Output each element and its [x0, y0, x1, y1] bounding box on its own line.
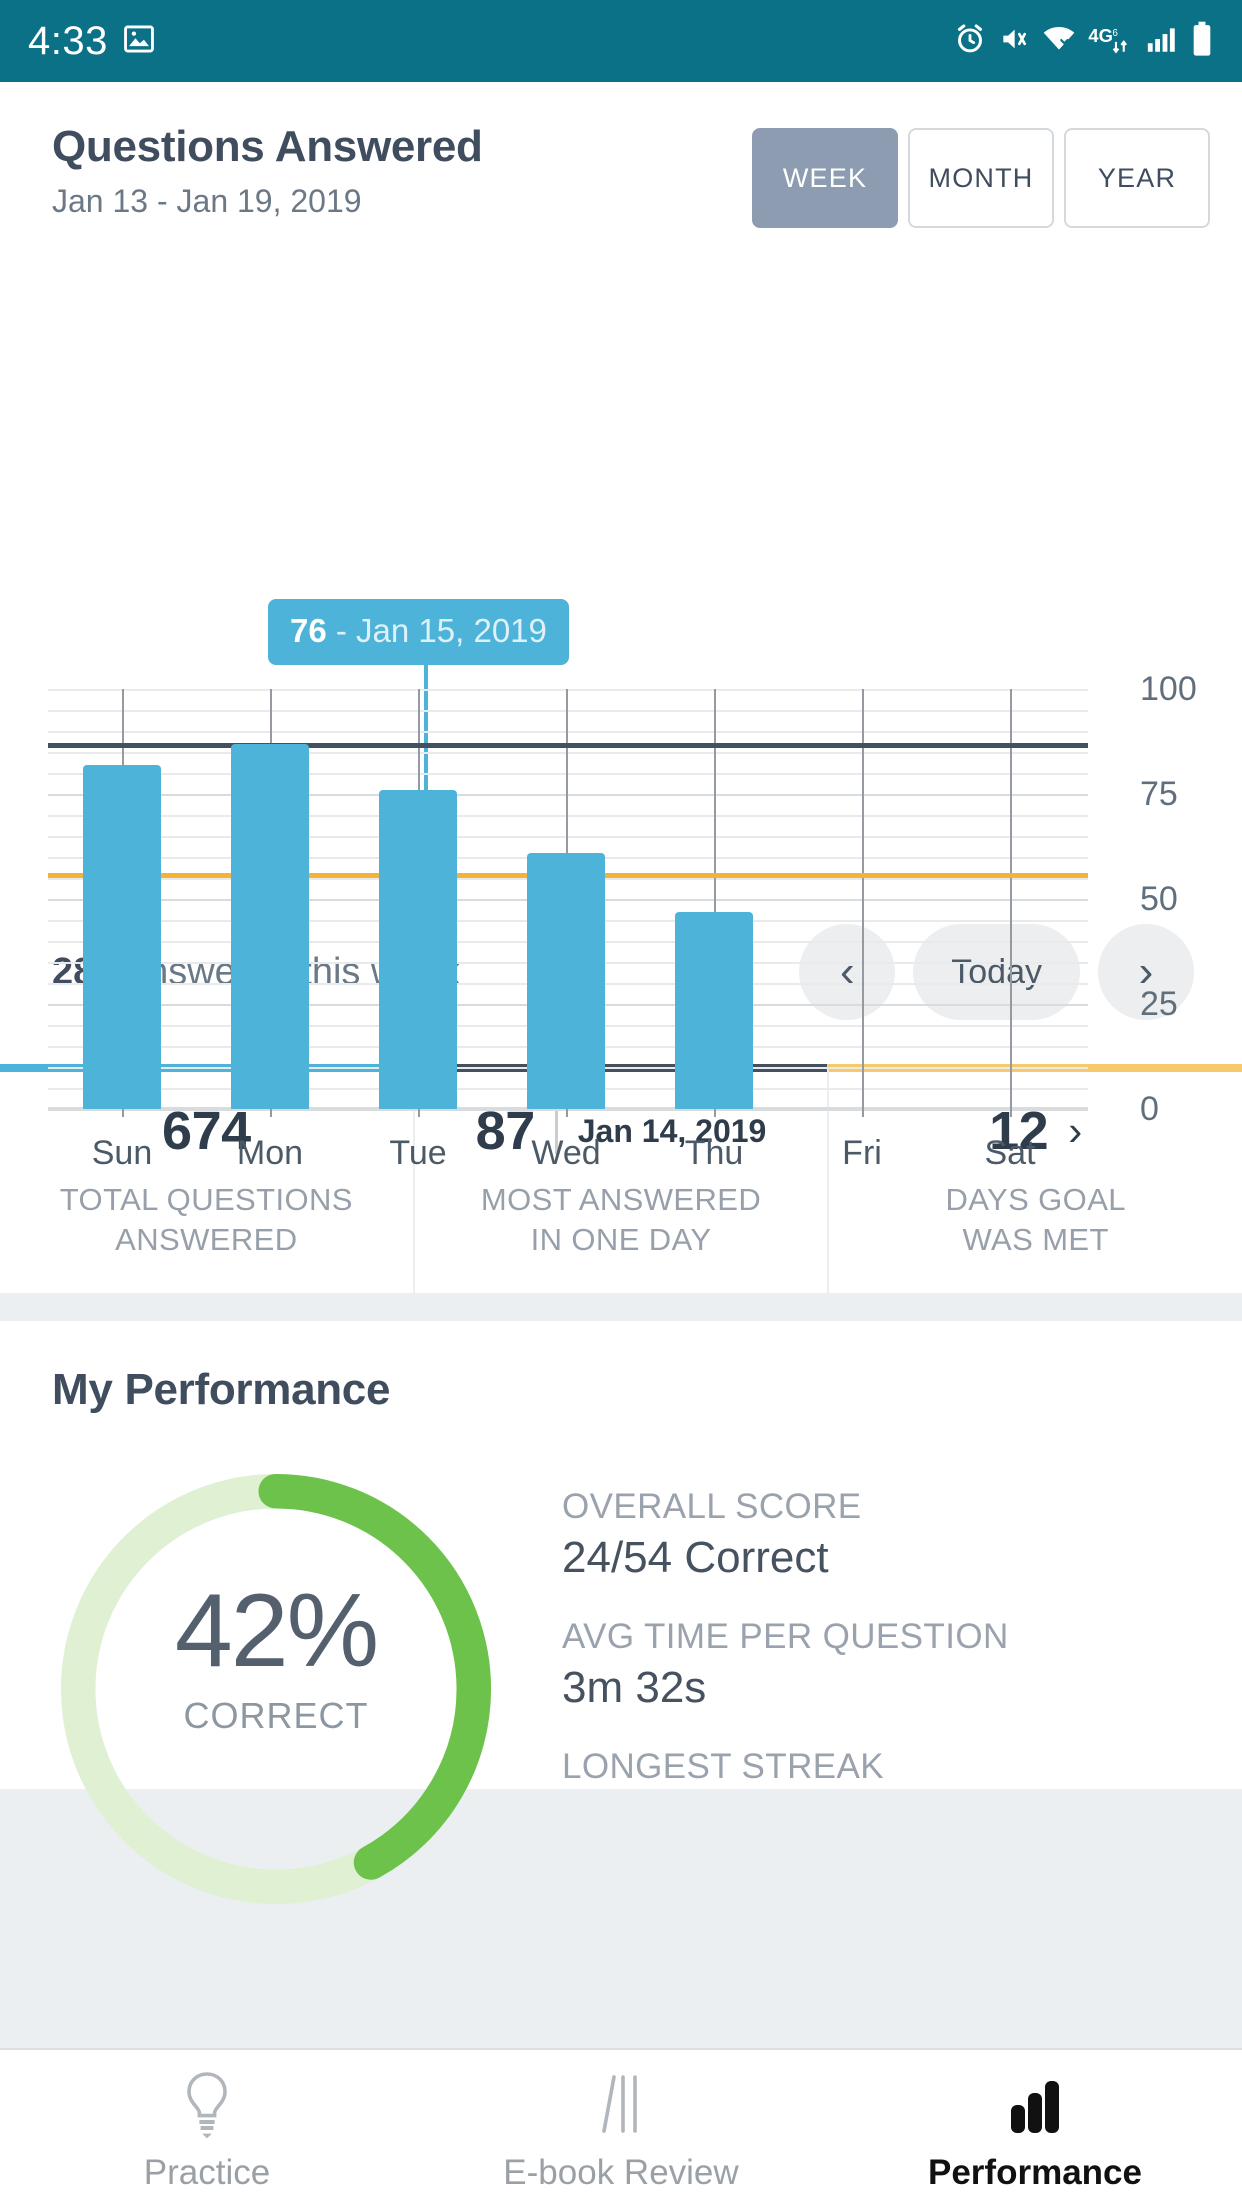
bar-thu[interactable] [675, 912, 753, 1109]
donut-caption: CORRECT [183, 1695, 369, 1737]
nav-item-practice[interactable]: Practice [0, 2065, 414, 2193]
wifi-icon [1041, 22, 1077, 61]
4g-lte-icon: 4G 6 [1088, 22, 1134, 61]
stat-most-label: MOST ANSWERED IN ONE DAY [427, 1180, 816, 1259]
vibrate-mute-icon [998, 22, 1030, 61]
chart-x-axis: Sun Mon Tue Wed Thu Fri Sat [48, 1134, 1088, 1184]
y-tick-25: 25 [1140, 985, 1178, 1023]
donut-center-text: 42% CORRECT [46, 1579, 506, 1737]
my-performance-body: 42% CORRECT OVERALL SCORE 24/54 Correct … [0, 1415, 1242, 1905]
nav-label-performance: Performance [928, 2153, 1142, 2192]
section-gap [0, 1293, 1242, 1322]
tooltip-value: 76 [290, 612, 327, 649]
x-tick-fri: Fri [842, 1134, 882, 1172]
y-tick-75: 75 [1140, 775, 1178, 813]
svg-text:6: 6 [1112, 28, 1118, 39]
nav-item-performance[interactable]: Performance [828, 2065, 1242, 2193]
metric-avg-time: AVG TIME PER QUESTION 3m 32s [562, 1617, 1242, 1713]
x-tick-mon: Mon [236, 1134, 304, 1172]
max-reference-line [48, 743, 1088, 748]
my-performance-card: My Performance 42% CORRECT OVERALL SCORE [0, 1321, 1242, 1905]
page-scroll[interactable]: Questions Answered Jan 13 - Jan 19, 2019… [0, 82, 1242, 2208]
tab-month[interactable]: MONTH [908, 128, 1054, 228]
y-tick-0: 0 [1140, 1090, 1159, 1128]
battery-icon [1190, 21, 1214, 62]
chart-tooltip: 76 - Jan 15, 2019 [268, 599, 569, 665]
header-text-group: Questions Answered Jan 13 - Jan 19, 2019 [52, 122, 483, 220]
range-segmented-control: WEEK MONTH YEAR [752, 128, 1210, 228]
status-bar: 4:33 4G 6 [0, 0, 1242, 82]
bar-wed[interactable] [527, 853, 605, 1109]
stat-goal-label: DAYS GOAL WAS MET [841, 1180, 1230, 1259]
donut-percent: 42% [174, 1573, 379, 1690]
x-tick-sat: Sat [984, 1134, 1036, 1172]
metric-overall-score-label: OVERALL SCORE [562, 1487, 862, 1527]
metric-longest-streak: LONGEST STREAK [562, 1747, 1242, 1787]
tooltip-separator: - [326, 612, 357, 649]
tooltip-date: Jan 15, 2019 [356, 612, 547, 649]
nav-label-practice: Practice [143, 2153, 271, 2192]
metric-longest-streak-label: LONGEST STREAK [562, 1747, 884, 1787]
stat-total-label-line1: TOTAL QUESTIONS [59, 1182, 353, 1217]
stat-goal-label-line1: DAYS GOAL [945, 1182, 1126, 1217]
metric-avg-time-label: AVG TIME PER QUESTION [562, 1617, 1009, 1657]
metric-overall-score: OVERALL SCORE 24/54 Correct [562, 1487, 1242, 1583]
stat-goal-label-line2: WAS MET [962, 1221, 1109, 1257]
correct-donut-chart: 42% CORRECT [46, 1459, 546, 1905]
chart-plot-area [48, 689, 1088, 1117]
x-tick-thu: Thu [684, 1134, 744, 1172]
app-root: 4:33 4G 6 Questions Answered Jan 13 - Ja… [0, 0, 1242, 2208]
status-bar-right: 4G 6 [953, 21, 1214, 62]
stat-total-label-line2: ANSWERED [115, 1221, 298, 1257]
alarm-icon [953, 22, 987, 61]
my-performance-title: My Performance [52, 1365, 391, 1415]
status-bar-left: 4:33 [28, 19, 156, 64]
lightbulb-icon [175, 2065, 239, 2141]
metric-avg-time-value: 3m 32s [562, 1663, 707, 1713]
date-range-label: Jan 13 - Jan 19, 2019 [52, 182, 362, 219]
nav-item-ebook-review[interactable]: E-book Review [414, 2065, 828, 2193]
bar-chart-icon [1003, 2065, 1067, 2141]
status-time: 4:33 [28, 18, 108, 63]
signal-bars-icon [1145, 22, 1179, 61]
page-title: Questions Answered [52, 122, 483, 171]
y-tick-100: 100 [1140, 670, 1197, 708]
chart-y-axis: 100 75 50 25 0 [1140, 670, 1230, 1128]
questions-bar-chart[interactable]: 76 - Jan 15, 2019 100 75 50 25 0 Sun Mon… [0, 234, 1242, 1172]
y-tick-50: 50 [1140, 880, 1178, 918]
bar-mon[interactable] [231, 744, 309, 1109]
tab-year[interactable]: YEAR [1064, 128, 1210, 228]
stat-most-label-line1: MOST ANSWERED [480, 1182, 762, 1217]
bar-tue[interactable] [379, 790, 457, 1109]
x-tick-sun: Sun [91, 1134, 153, 1172]
image-icon [122, 22, 156, 61]
tab-week[interactable]: WEEK [752, 128, 898, 228]
stat-total-label: TOTAL QUESTIONS ANSWERED [12, 1180, 401, 1259]
x-tick-wed: Wed [531, 1134, 601, 1172]
x-tick-tue: Tue [389, 1134, 447, 1172]
performance-metrics: OVERALL SCORE 24/54 Correct AVG TIME PER… [546, 1459, 1242, 1787]
metric-overall-score-value: 24/54 Correct [562, 1533, 829, 1583]
bookmark-lines-icon [589, 2065, 653, 2141]
svg-text:4G: 4G [1088, 24, 1113, 45]
bar-sun[interactable] [83, 765, 161, 1109]
questions-answered-header: Questions Answered Jan 13 - Jan 19, 2019… [0, 82, 1242, 234]
nav-label-ebook-review: E-book Review [503, 2153, 739, 2192]
bottom-navigation: Practice E-book Review Performance [0, 2048, 1242, 2208]
questions-answered-card: Questions Answered Jan 13 - Jan 19, 2019… [0, 82, 1242, 1294]
stat-most-label-line2: IN ONE DAY [530, 1221, 712, 1257]
